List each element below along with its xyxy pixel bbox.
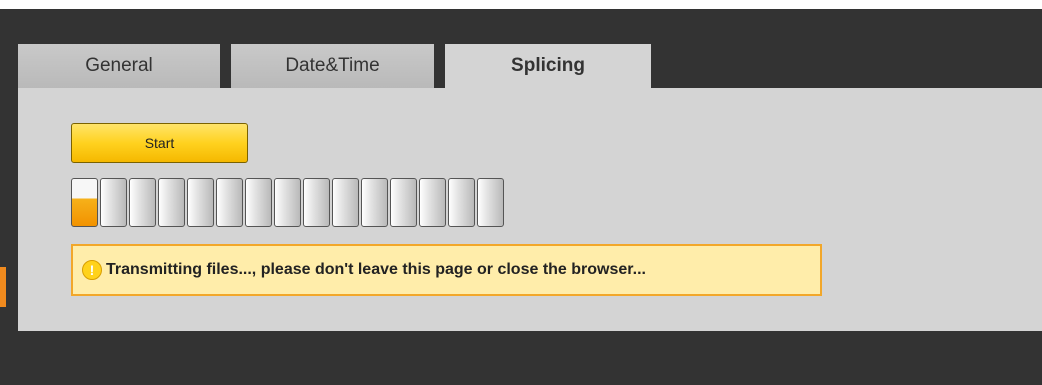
notice-text: Transmitting files..., please don't leav… [106, 261, 646, 278]
progress-segment [477, 178, 504, 227]
progress-segment [71, 178, 98, 227]
progress-segment [100, 178, 127, 227]
progress-segment [390, 178, 417, 227]
start-button[interactable]: Start [71, 123, 248, 163]
progress-segment [448, 178, 475, 227]
top-border [0, 0, 1042, 9]
progress-segment [419, 178, 446, 227]
progress-segment [187, 178, 214, 227]
progress-segment [245, 178, 272, 227]
progress-segment [274, 178, 301, 227]
tab-date-time[interactable]: Date&Time [231, 44, 434, 88]
progress-bar [71, 178, 506, 227]
progress-segment [129, 178, 156, 227]
progress-segment [216, 178, 243, 227]
tab-general[interactable]: General [18, 44, 220, 88]
progress-segment [303, 178, 330, 227]
tab-splicing[interactable]: Splicing [445, 44, 651, 89]
warning-icon: ! [82, 260, 102, 280]
progress-segment [332, 178, 359, 227]
left-edge-accent [0, 267, 6, 307]
tab-bar: General Date&Time Splicing [18, 44, 662, 89]
status-notice: ! Transmitting files..., please don't le… [71, 244, 822, 296]
progress-segment [361, 178, 388, 227]
splicing-panel: Start ! Transmitting files..., please do… [18, 88, 1042, 331]
progress-segment [158, 178, 185, 227]
